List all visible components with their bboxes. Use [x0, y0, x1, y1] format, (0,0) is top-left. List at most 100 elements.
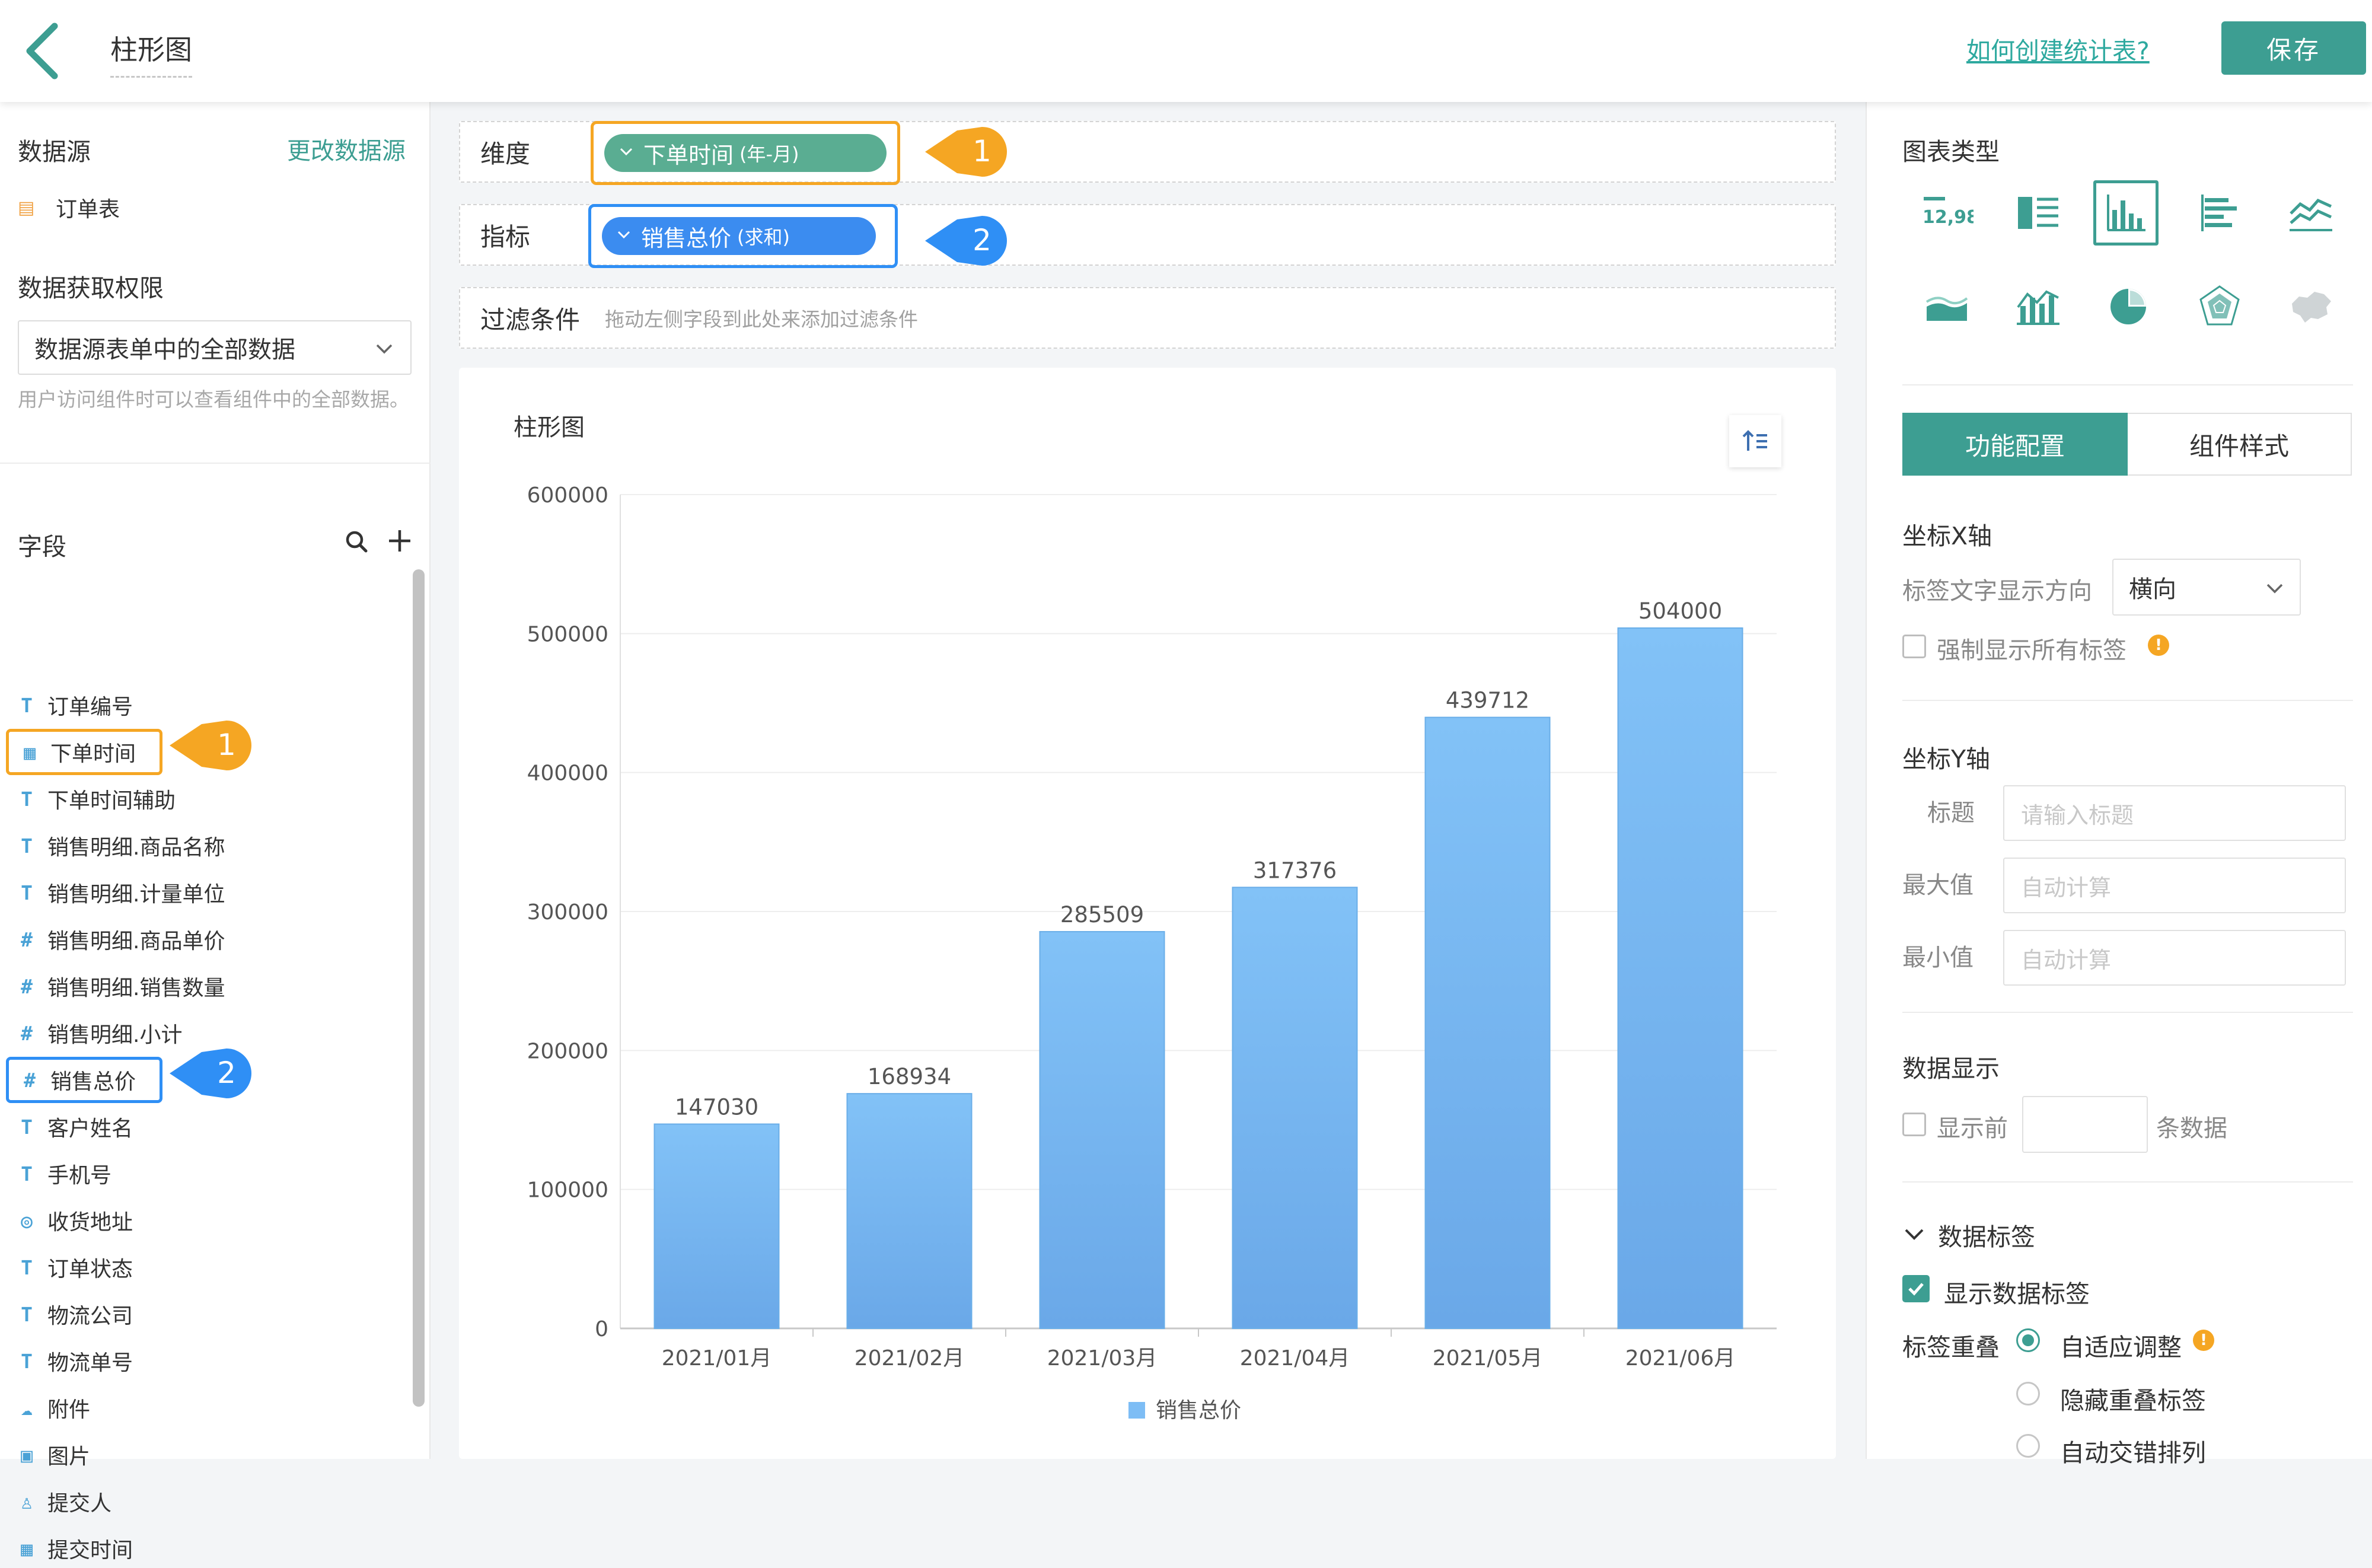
field-item[interactable]: ☁ 附件	[6, 1388, 338, 1427]
filter-label: 过滤条件	[480, 305, 581, 334]
y-tick-label: 500000	[527, 622, 608, 646]
overlap-radio-hide[interactable]	[2016, 1382, 2040, 1406]
user-field-icon: ♙	[21, 1490, 33, 1513]
metric-chip[interactable]: 销售总价 (求和)	[602, 217, 876, 255]
field-item[interactable]: T 物流公司	[6, 1295, 338, 1334]
field-label: 销售明细.销售数量	[47, 976, 225, 1000]
date-field-icon: ▦	[24, 740, 36, 764]
help-link[interactable]: 如何创建统计表?	[1966, 31, 2150, 66]
top-header: 柱形图 如何创建统计表? 保存	[0, 0, 2372, 102]
search-icon[interactable]	[343, 524, 370, 560]
field-label: 提交人	[47, 1491, 112, 1516]
field-item[interactable]: ▦ 提交时间	[6, 1529, 338, 1568]
field-item[interactable]: ▦ 下单时间	[6, 729, 162, 775]
data-label: 504000	[1638, 598, 1722, 624]
filter-row[interactable]: 过滤条件 拖动左侧字段到此处来添加过滤条件	[459, 287, 1836, 349]
field-item[interactable]: T 下单时间辅助	[6, 779, 338, 818]
field-item[interactable]: T 订单状态	[6, 1248, 338, 1287]
datasource-table[interactable]: ▤ 订单表	[18, 192, 120, 223]
y-max-label: 最大值	[1902, 872, 1974, 899]
metric-row[interactable]: 指标 销售总价 (求和)	[459, 204, 1836, 268]
dimension-row[interactable]: 维度 下单时间 (年-月)	[459, 121, 1836, 185]
field-label: 下单时间	[50, 742, 136, 766]
page-title[interactable]: 柱形图	[110, 28, 192, 78]
y-min-input[interactable]: 自动计算	[2003, 930, 2346, 986]
text-field-icon: T	[21, 693, 33, 717]
chart-type-label: 图表类型	[1902, 138, 2000, 166]
warning-info-icon[interactable]: !	[2148, 635, 2169, 656]
warning-info-icon[interactable]: !	[2193, 1330, 2214, 1351]
divider	[0, 463, 431, 464]
bar	[846, 1093, 973, 1330]
bar	[1039, 930, 1165, 1329]
overlap-radio-adaptive[interactable]	[2016, 1328, 2040, 1352]
divider	[1902, 1012, 2353, 1013]
divider	[1902, 384, 2353, 385]
add-field-icon[interactable]	[384, 524, 415, 560]
table-chart-icon[interactable]	[2006, 180, 2071, 246]
field-item[interactable]: T 手机号	[6, 1154, 338, 1193]
data-labels-section-toggle[interactable]: 数据标签	[1902, 1217, 2035, 1253]
data-label: 168934	[868, 1064, 951, 1089]
top-count-input[interactable]	[2022, 1096, 2148, 1153]
field-item[interactable]: T 客户姓名	[6, 1107, 338, 1146]
map-chart-icon[interactable]	[2278, 274, 2344, 339]
field-item[interactable]: # 销售总价	[6, 1057, 162, 1103]
text-field-icon: T	[21, 1255, 33, 1279]
metric-chip-suffix: (求和)	[737, 226, 790, 248]
field-label: 订单编号	[47, 695, 133, 719]
force-show-labels-checkbox[interactable]	[1902, 635, 1926, 658]
field-label: 附件	[47, 1398, 91, 1422]
field-item[interactable]: # 销售明细.销售数量	[6, 967, 338, 1006]
show-data-labels-checkbox[interactable]	[1902, 1275, 1930, 1302]
show-top-checkbox[interactable]	[1902, 1113, 1926, 1136]
text-field-icon: T	[21, 1302, 33, 1326]
permission-select[interactable]: 数据源表单中的全部数据	[18, 320, 412, 375]
dimension-chip[interactable]: 下单时间 (年-月)	[604, 134, 887, 172]
radar-chart-icon[interactable]	[2187, 274, 2252, 339]
overlap-radio-stagger[interactable]	[2016, 1434, 2040, 1458]
field-item[interactable]: T 销售明细.计量单位	[6, 873, 338, 912]
field-label: 物流单号	[47, 1351, 133, 1375]
dimension-chip-suffix: (年-月)	[739, 143, 799, 165]
field-item[interactable]: ▣ 图片	[6, 1435, 338, 1474]
callout-badge-1-text: 1	[973, 134, 991, 168]
permission-hint: 用户访问组件时可以查看组件中的全部数据。	[18, 388, 409, 411]
show-data-labels-label: 显示数据标签	[1944, 1280, 2090, 1308]
area-chart-icon[interactable]	[1914, 274, 1979, 339]
tab-function-config[interactable]: 功能配置	[1902, 413, 2128, 476]
data-label: 285509	[1060, 902, 1144, 928]
field-label: 图片	[47, 1445, 91, 1469]
horizontal-bar-chart-icon[interactable]	[2187, 180, 2252, 246]
bar-line-combo-chart-icon[interactable]	[2006, 274, 2071, 339]
field-item[interactable]: ♙ 提交人	[6, 1482, 338, 1521]
y-tick-label: 300000	[527, 900, 608, 925]
label-direction-select[interactable]: 横向	[2112, 559, 2301, 616]
tab-component-style[interactable]: 组件样式	[2128, 413, 2352, 476]
field-item[interactable]: T 物流单号	[6, 1341, 338, 1381]
pie-chart-icon[interactable]	[2096, 274, 2161, 339]
overlap-option-stagger: 自动交错排列	[2060, 1439, 2206, 1467]
y-title-input[interactable]: 请输入标题	[2003, 785, 2346, 841]
bar-chart-type-icon[interactable]	[2093, 180, 2159, 246]
back-arrow-icon[interactable]	[23, 21, 64, 81]
line-chart-icon[interactable]	[2278, 180, 2344, 246]
metric-label: 指标	[480, 222, 531, 251]
field-item[interactable]: T 销售明细.商品名称	[6, 826, 338, 865]
number-chart-icon[interactable]: 12,987	[1914, 180, 1979, 246]
data-display-label: 数据显示	[1902, 1054, 2000, 1083]
label-direction-value: 横向	[2129, 576, 2176, 603]
field-item[interactable]: # 销售明细.商品单价	[6, 920, 338, 959]
left-panel: 数据源 更改数据源 ▤ 订单表 数据获取权限 数据源表单中的全部数据 用户访问组…	[0, 102, 431, 1563]
field-item[interactable]: ◎ 收货地址	[6, 1201, 338, 1240]
metric-chip-label: 销售总价	[641, 225, 732, 251]
change-datasource-link[interactable]: 更改数据源	[287, 132, 406, 166]
field-label: 销售总价	[50, 1070, 136, 1094]
y-tick-label: 0	[595, 1317, 608, 1341]
field-list-scrollbar[interactable]	[413, 569, 425, 1407]
y-max-input[interactable]: 自动计算	[2003, 858, 2346, 913]
save-button[interactable]: 保存	[2221, 21, 2366, 75]
field-label: 销售明细.商品单价	[47, 929, 225, 954]
field-label: 收货地址	[47, 1210, 133, 1235]
yaxis-label: 坐标Y轴	[1902, 745, 1991, 773]
